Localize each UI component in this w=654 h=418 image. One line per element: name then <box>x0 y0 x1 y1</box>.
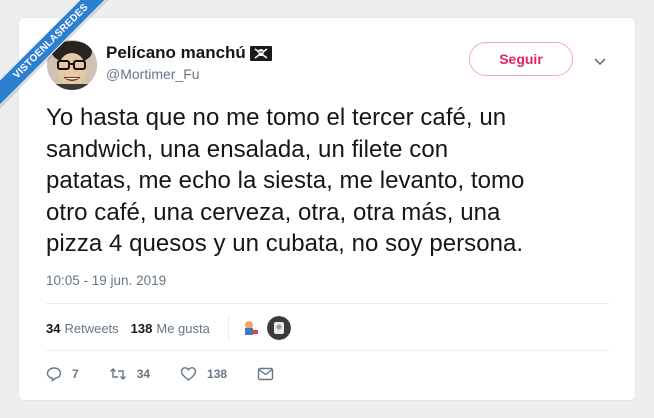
follow-button[interactable]: Seguir <box>469 42 573 76</box>
retweets-label: Retweets <box>64 320 119 336</box>
tweet-actions: 7 34 138 <box>46 363 314 385</box>
reply-count: 7 <box>72 367 79 381</box>
retweet-icon <box>109 368 126 380</box>
reply-icon <box>46 367 62 382</box>
retweet-count: 34 <box>136 367 151 381</box>
skull-and-crossbones-flag-icon <box>249 45 272 61</box>
envelope-icon <box>257 367 274 381</box>
tweet-text: Yo hasta que no me tomo el tercer café, … <box>46 102 616 260</box>
tweet-line: otro café, una cerveza, otra, otra más, … <box>46 198 501 226</box>
watermark-ribbon: VISTOENLASREDES <box>0 0 110 110</box>
tweet-line: patatas, me echo la siesta, me levanto, … <box>46 167 525 194</box>
tweet-timestamp[interactable]: 10:05 - 19 jun. 2019 <box>46 273 166 288</box>
stats-separator <box>227 315 229 341</box>
divider <box>46 350 609 351</box>
likes-label: Me gusta <box>156 320 210 336</box>
user-name-text: Pelícano manchú <box>106 43 246 62</box>
retweet-action[interactable]: 34 <box>109 366 150 382</box>
divider <box>46 303 609 304</box>
likes-stat[interactable]: 138 Me gusta <box>131 321 210 336</box>
retweets-stat[interactable]: 34 Retweets <box>46 321 119 336</box>
watermark-text: VISTOENLASREDES <box>0 0 110 110</box>
heart-icon <box>180 367 197 381</box>
message-action[interactable] <box>257 367 284 381</box>
user-name[interactable]: Pelícano manchú <box>106 43 272 63</box>
tweet-line: Yo hasta que no me tomo el tercer café, … <box>46 104 507 131</box>
tweet-stats: 34 Retweets 138 Me gusta <box>46 315 295 341</box>
liker-avatar[interactable] <box>238 316 263 340</box>
likes-count: 138 <box>130 320 153 336</box>
like-count: 138 <box>207 367 228 381</box>
retweets-count: 34 <box>46 320 61 336</box>
tweet-line: sandwich, una ensalada, un filete con <box>46 135 449 163</box>
user-handle[interactable]: @Mortimer_Fu <box>106 66 200 82</box>
like-action[interactable]: 138 <box>180 366 227 382</box>
reply-action[interactable]: 7 <box>46 366 79 382</box>
tweet-line: pizza 4 quesos y un cubata, no soy perso… <box>46 230 524 257</box>
liker-avatar[interactable] <box>266 316 291 340</box>
chevron-down-icon[interactable] <box>593 54 607 66</box>
tweet-card: Pelícano manchú @Mortimer_Fu Seguir Yo h… <box>18 17 636 401</box>
